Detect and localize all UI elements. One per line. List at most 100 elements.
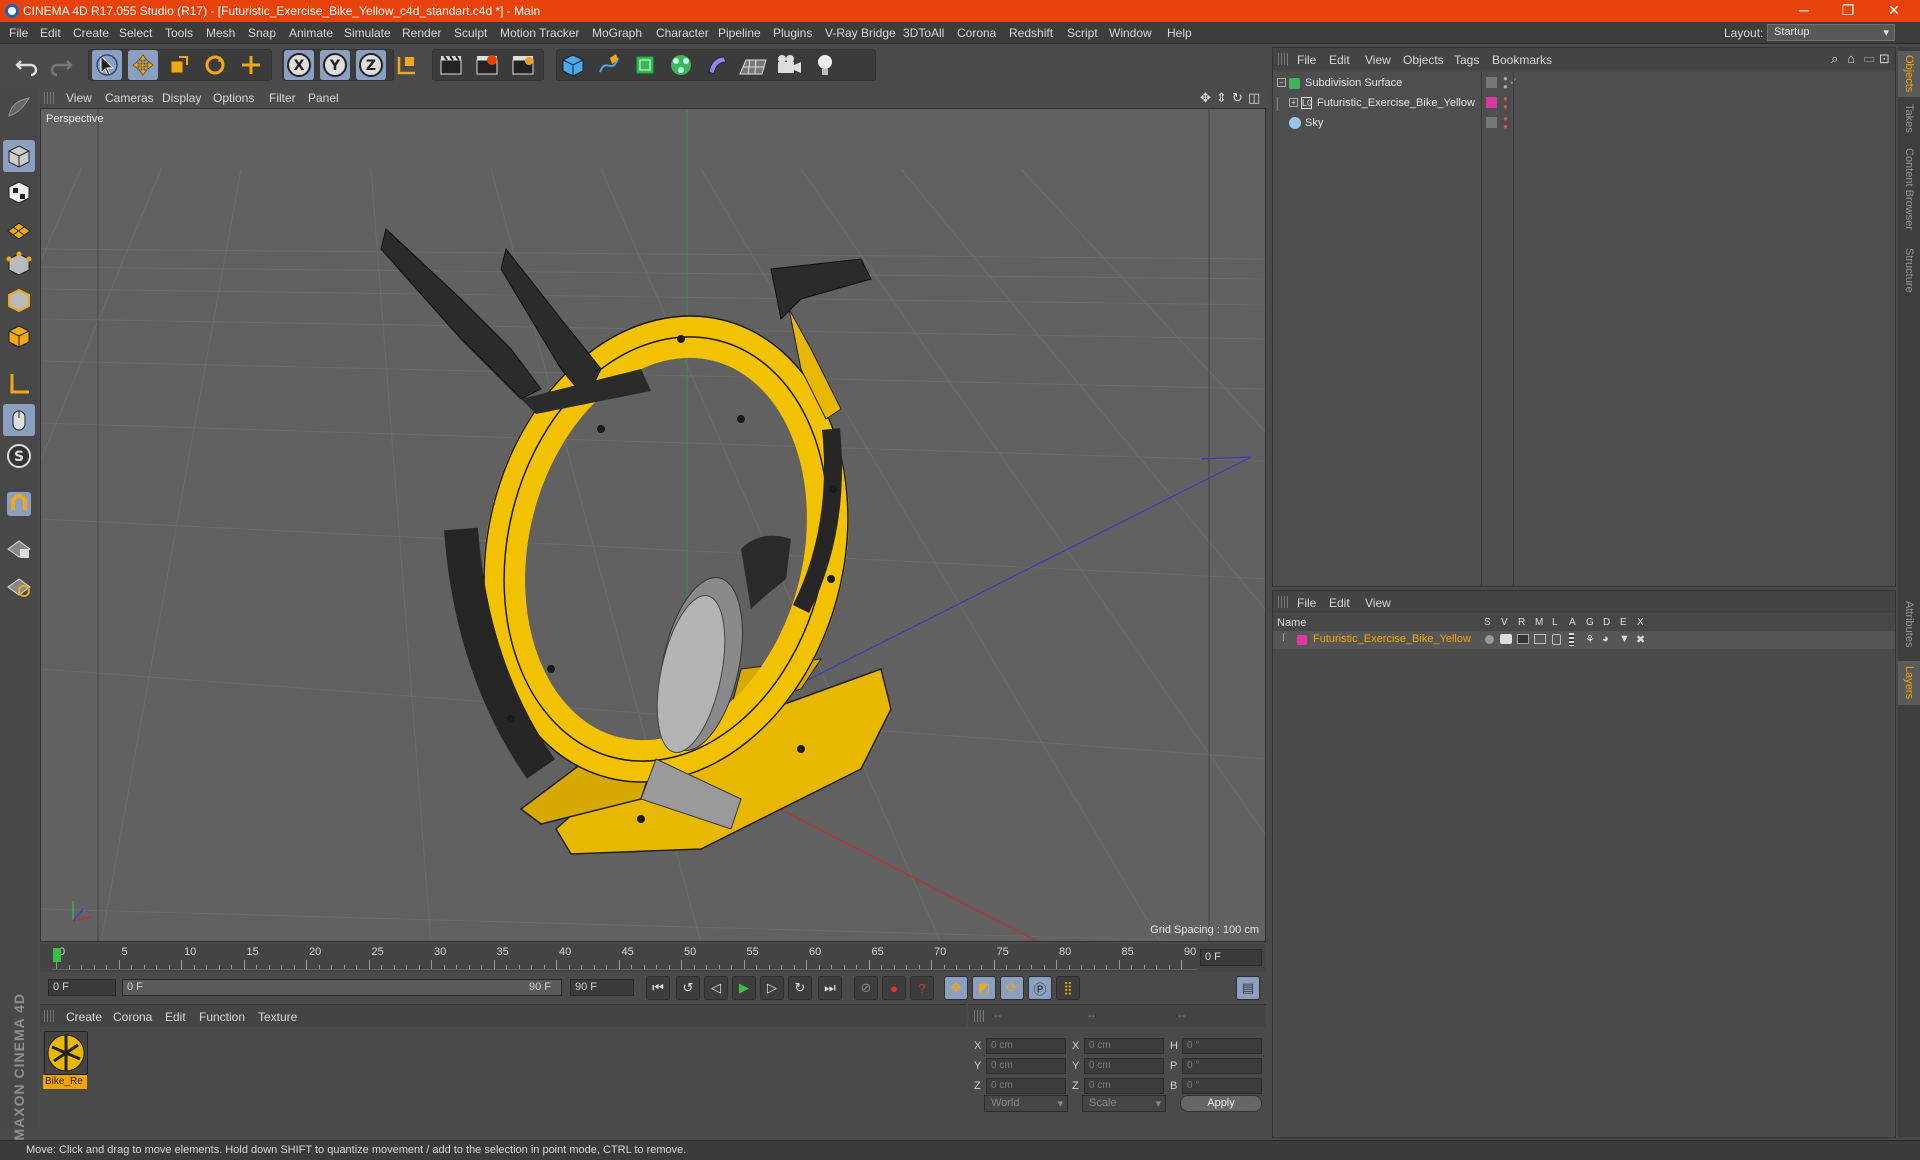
menu-window[interactable]: Window <box>1109 26 1152 40</box>
texture-mode-button[interactable] <box>3 176 35 208</box>
object-menu-bookmarks[interactable]: Bookmarks <box>1492 53 1552 67</box>
column-manager[interactable]: M <box>1535 617 1543 628</box>
material-menu-texture[interactable]: Texture <box>258 1010 297 1024</box>
column-expressions[interactable]: E <box>1620 617 1627 628</box>
render-picture-viewer-button[interactable] <box>472 50 502 80</box>
lock-workplane-button[interactable] <box>3 532 35 564</box>
tab-content-browser[interactable]: Content Browser <box>1898 141 1920 237</box>
viewport-menu-cameras[interactable]: Cameras <box>105 91 154 105</box>
manager-tree-icon[interactable] <box>1534 634 1546 644</box>
material-menu-corona[interactable]: Corona <box>113 1010 152 1024</box>
visibility-dots-icon[interactable]: ● ● <box>1503 115 1508 131</box>
play-button[interactable]: ▶ <box>732 976 756 1000</box>
light-button[interactable] <box>810 50 840 80</box>
column-locked[interactable]: L <box>1552 617 1558 628</box>
key-pla-button[interactable]: ⣿ <box>1056 976 1080 1000</box>
layer-menu-edit[interactable]: Edit <box>1329 596 1350 610</box>
menu-redshift[interactable]: Redshift <box>1009 26 1053 40</box>
new-window-icon[interactable]: ▭ <box>1863 51 1875 67</box>
cube-primitive-button[interactable] <box>558 50 588 80</box>
material-thumbnail[interactable] <box>44 1031 88 1075</box>
column-solo[interactable]: S <box>1484 617 1491 628</box>
frame-range-slider[interactable]: 0 F 90 F <box>122 979 562 996</box>
menu-simulate[interactable]: Simulate <box>344 26 391 40</box>
points-mode-button[interactable] <box>3 248 35 280</box>
menu-mesh[interactable]: Mesh <box>206 26 235 40</box>
layer-menu-file[interactable]: File <box>1297 596 1316 610</box>
undo-button[interactable] <box>12 50 42 80</box>
keyframe-selection-button[interactable]: ? <box>910 976 934 1000</box>
rot-h-field[interactable]: 0 ° <box>1182 1038 1262 1054</box>
material-name-label[interactable]: Bike_Re <box>43 1075 87 1089</box>
key-position-button[interactable]: ✥ <box>944 976 968 1000</box>
object-menu-file[interactable]: File <box>1297 53 1316 67</box>
current-frame-field[interactable]: 0 F <box>1200 949 1262 966</box>
material-menu-function[interactable]: Function <box>199 1010 245 1024</box>
model-mode-button[interactable] <box>3 140 35 172</box>
menu-file[interactable]: File <box>9 26 28 40</box>
viewport-menu-panel[interactable]: Panel <box>308 91 339 105</box>
deformer-icon[interactable]: ◕ <box>1602 633 1609 645</box>
viewport-menu-filter[interactable]: Filter <box>269 91 296 105</box>
magnet-button[interactable] <box>3 488 35 520</box>
planar-workplane-button[interactable] <box>3 570 35 602</box>
live-selection-button[interactable] <box>92 50 122 80</box>
layer-name[interactable]: Futuristic_Exercise_Bike_Yellow <box>1313 633 1471 645</box>
axis-mode-button[interactable] <box>3 368 35 400</box>
polygons-mode-button[interactable] <box>3 320 35 352</box>
go-to-start-button[interactable]: ⏮ <box>646 976 670 1000</box>
tab-objects[interactable]: Objects <box>1898 51 1920 97</box>
menu-help[interactable]: Help <box>1167 26 1192 40</box>
object-row-sky[interactable]: Sky ● ● <box>1273 114 1895 134</box>
floor-button[interactable] <box>738 50 768 80</box>
name-column-header[interactable]: Name <box>1277 617 1306 629</box>
menu-render[interactable]: Render <box>402 26 441 40</box>
coordinate-system-button[interactable] <box>392 50 422 80</box>
camera-button[interactable] <box>774 50 804 80</box>
viewport-menu-display[interactable]: Display <box>162 91 201 105</box>
tab-layers[interactable]: Layers <box>1898 661 1920 705</box>
move-tool-button[interactable] <box>128 50 158 80</box>
timeline[interactable]: 0 5 10 15 20 25 30 35 40 45 50 55 60 65 70 75 80 85 90 0 F <box>40 944 1266 972</box>
make-editable-button[interactable] <box>3 92 35 124</box>
menu-mograph[interactable]: MoGraph <box>592 26 642 40</box>
search-icon[interactable]: ⌕ <box>1831 51 1838 67</box>
pos-z-field[interactable]: 0 cm <box>986 1078 1066 1094</box>
snap-button[interactable]: S <box>3 440 35 472</box>
column-generators[interactable]: G <box>1586 617 1594 628</box>
coordinate-space-dropdown[interactable]: World ▾ <box>984 1095 1068 1112</box>
viewport-menu-view[interactable]: View <box>66 91 92 105</box>
menu-character[interactable]: Character <box>656 26 709 40</box>
menu-animate[interactable]: Animate <box>289 26 333 40</box>
key-scale-button[interactable]: ◩ <box>972 976 996 1000</box>
tab-structure[interactable]: Structure <box>1898 243 1920 297</box>
start-frame-field[interactable]: 0 F <box>48 979 116 996</box>
tab-attributes[interactable]: Attributes <box>1898 591 1920 657</box>
size-y-field[interactable]: 0 cm <box>1084 1058 1164 1074</box>
menu-plugins[interactable]: Plugins <box>773 26 812 40</box>
menu-script[interactable]: Script <box>1067 26 1098 40</box>
column-deformers[interactable]: D <box>1603 617 1610 628</box>
menu-corona[interactable]: Corona <box>957 26 996 40</box>
object-menu-view[interactable]: View <box>1365 53 1391 67</box>
recent-tool-button[interactable] <box>236 50 266 80</box>
restore-button[interactable]: ❐ <box>1828 2 1868 20</box>
pos-x-field[interactable]: 0 cm <box>986 1038 1066 1054</box>
close-button[interactable]: ✕ <box>1874 2 1914 20</box>
z-axis-lock-button[interactable]: Z <box>356 50 386 80</box>
object-name[interactable]: Futuristic_Exercise_Bike_Yellow <box>1317 97 1475 109</box>
key-rotation-button[interactable]: ⟳ <box>1000 976 1024 1000</box>
column-render[interactable]: R <box>1518 617 1525 628</box>
object-name[interactable]: Sky <box>1305 117 1323 129</box>
next-frame-button[interactable]: ▷ <box>760 976 784 1000</box>
record-keys-button[interactable]: ⊘ <box>854 976 878 1000</box>
scale-tool-button[interactable] <box>164 50 194 80</box>
spline-pen-button[interactable] <box>594 50 624 80</box>
size-z-field[interactable]: 0 cm <box>1084 1078 1164 1094</box>
lock-panel-icon[interactable]: ⊡ <box>1879 51 1890 67</box>
viewport-zoom-icon[interactable]: ⇕ <box>1216 90 1227 106</box>
menu-3dtoall[interactable]: 3DToAll <box>903 26 944 40</box>
expand-icon[interactable]: + <box>1289 98 1298 107</box>
render-clapper-icon[interactable] <box>1517 634 1529 644</box>
render-settings-button[interactable] <box>508 50 538 80</box>
